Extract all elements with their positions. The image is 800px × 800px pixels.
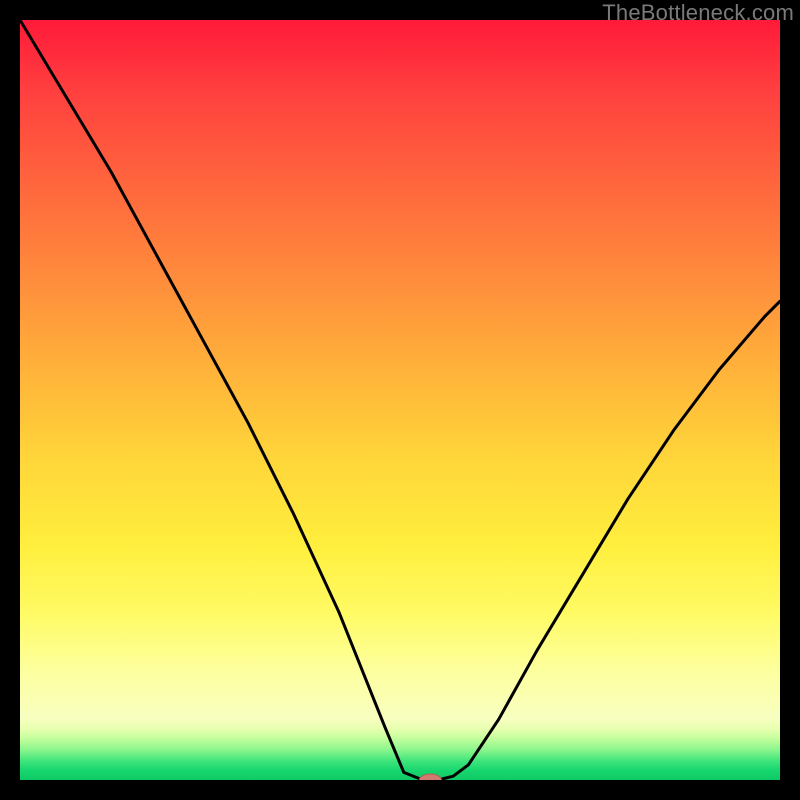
curve-layer: [20, 20, 780, 780]
plot-area: [20, 20, 780, 780]
bottleneck-curve: [20, 20, 780, 780]
optimum-marker: [419, 774, 441, 780]
chart-frame: TheBottleneck.com: [0, 0, 800, 800]
watermark-text: TheBottleneck.com: [602, 0, 794, 26]
